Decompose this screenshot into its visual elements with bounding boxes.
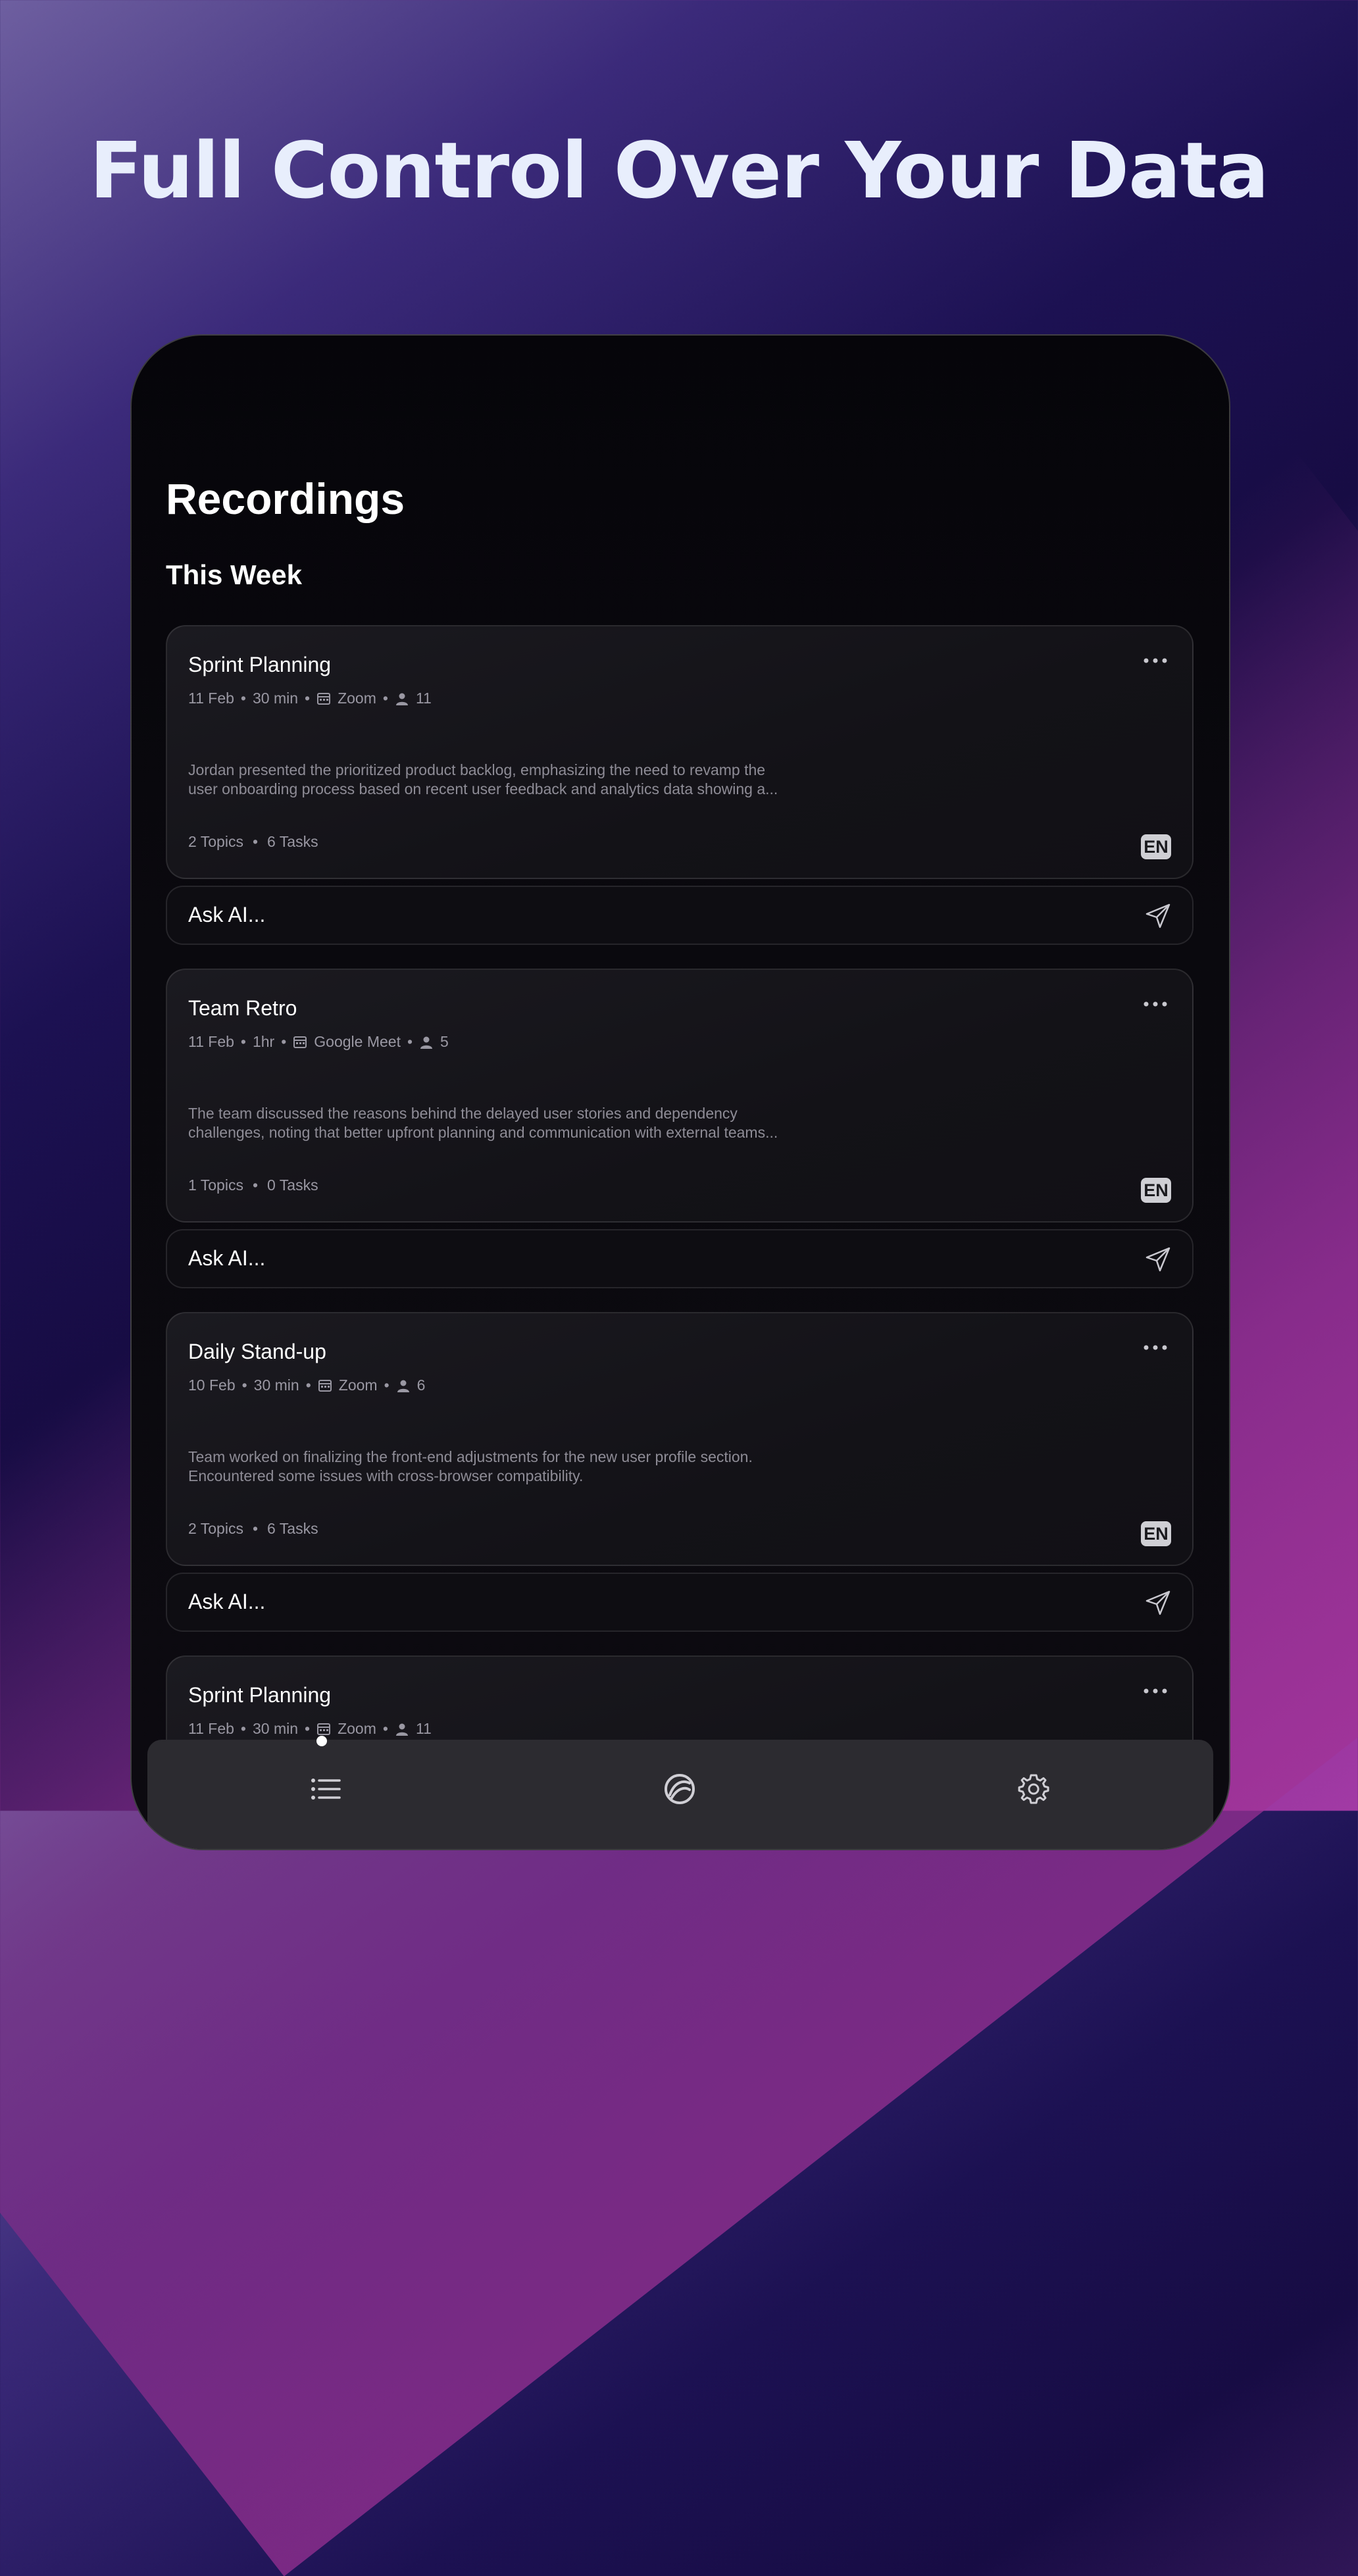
- headline: Full Control Over Your Data: [89, 125, 1269, 216]
- recording-participants: 5: [440, 1033, 449, 1050]
- section-title: This Week: [166, 559, 302, 590]
- calendar-icon: [293, 1036, 307, 1048]
- topics-count: 2 Topics: [188, 833, 243, 850]
- recording-stats: 2 Topics • 6 Tasks: [188, 1520, 318, 1537]
- recording-summary: Jordan presented the prioritized product…: [188, 761, 778, 797]
- recording-title: Daily Stand-up: [188, 1340, 326, 1363]
- recording-participants: 11: [415, 1720, 432, 1737]
- topics-count: 2 Topics: [188, 1520, 243, 1537]
- recording-duration: 30 min: [252, 1720, 299, 1737]
- tasks-count: 6 Tasks: [267, 833, 318, 850]
- language-badge: EN: [1141, 1178, 1171, 1203]
- person-icon: [397, 1380, 409, 1392]
- recording-platform: Zoom: [338, 1376, 378, 1394]
- calendar-icon: [318, 1379, 332, 1392]
- person-icon: [420, 1036, 433, 1049]
- app-logo-icon[interactable]: [663, 1773, 696, 1806]
- topics-count: 1 Topics: [188, 1176, 243, 1194]
- ask-ai-placeholder: Ask AI...: [188, 903, 266, 926]
- recording-date: 11 Feb: [188, 690, 234, 707]
- send-icon[interactable]: [1145, 1246, 1171, 1273]
- recording-platform: Google Meet: [314, 1033, 401, 1050]
- recording-date: 11 Feb: [188, 1720, 234, 1737]
- send-icon[interactable]: [1145, 903, 1171, 929]
- gear-icon[interactable]: [1017, 1773, 1050, 1806]
- recording-stats: 1 Topics • 0 Tasks: [188, 1176, 318, 1194]
- recording-card[interactable]: Daily Stand-up 10 Feb • 30 min • Zoom • …: [166, 1312, 1194, 1566]
- tasks-count: 0 Tasks: [267, 1176, 318, 1194]
- active-tab-indicator: [307, 1736, 337, 1755]
- recording-card[interactable]: Team Retro 11 Feb • 1hr • Google Meet • …: [166, 969, 1194, 1223]
- ask-ai-input[interactable]: Ask AI...: [166, 1229, 1194, 1288]
- recording-date: 11 Feb: [188, 1033, 234, 1050]
- recording-platform: Zoom: [338, 690, 376, 707]
- recording-summary: Team worked on finalizing the front-end …: [188, 1448, 753, 1484]
- recording-meta: 11 Feb • 30 min • Zoom • 11: [188, 690, 432, 707]
- recording-meta: 10 Feb • 30 min • Zoom • 6: [188, 1376, 426, 1394]
- person-icon: [395, 693, 408, 705]
- ask-ai-input[interactable]: Ask AI...: [166, 1573, 1194, 1632]
- recording-title: Sprint Planning: [188, 1683, 332, 1707]
- ask-ai-placeholder: Ask AI...: [188, 1246, 266, 1270]
- recording-date: 10 Feb: [188, 1376, 236, 1394]
- recording-duration: 30 min: [252, 690, 299, 707]
- recording-title: Sprint Planning: [188, 653, 332, 676]
- device-frame: Recordings This Week Sprint Planning 11 …: [130, 334, 1230, 1850]
- more-options-icon[interactable]: [1142, 654, 1169, 667]
- more-options-icon[interactable]: [1142, 998, 1169, 1011]
- send-icon[interactable]: [1145, 1590, 1171, 1616]
- recording-title: Team Retro: [188, 996, 297, 1020]
- recording-participants: 11: [415, 690, 432, 707]
- recording-participants: 6: [416, 1376, 426, 1394]
- tab-bar: [147, 1736, 1213, 1849]
- page-title: Recordings: [166, 474, 405, 523]
- tasks-count: 6 Tasks: [267, 1520, 318, 1537]
- ask-ai-placeholder: Ask AI...: [188, 1590, 266, 1613]
- recording-stats: 2 Topics • 6 Tasks: [188, 833, 318, 850]
- recording-summary: The team discussed the reasons behind th…: [188, 1105, 778, 1141]
- more-options-icon[interactable]: [1142, 1341, 1169, 1354]
- recording-meta: 11 Feb • 1hr • Google Meet • 5: [188, 1033, 449, 1050]
- calendar-icon: [317, 692, 331, 705]
- language-badge: EN: [1141, 1521, 1171, 1546]
- recording-duration: 1hr: [252, 1033, 275, 1050]
- recording-platform: Zoom: [338, 1720, 376, 1737]
- recording-card[interactable]: Sprint Planning 11 Feb • 30 min • Zoom •…: [166, 625, 1194, 879]
- person-icon: [395, 1723, 408, 1736]
- ask-ai-input[interactable]: Ask AI...: [166, 886, 1194, 945]
- language-badge: EN: [1141, 834, 1171, 859]
- recording-duration: 30 min: [253, 1376, 299, 1394]
- more-options-icon[interactable]: [1142, 1684, 1169, 1698]
- list-icon[interactable]: [309, 1773, 342, 1806]
